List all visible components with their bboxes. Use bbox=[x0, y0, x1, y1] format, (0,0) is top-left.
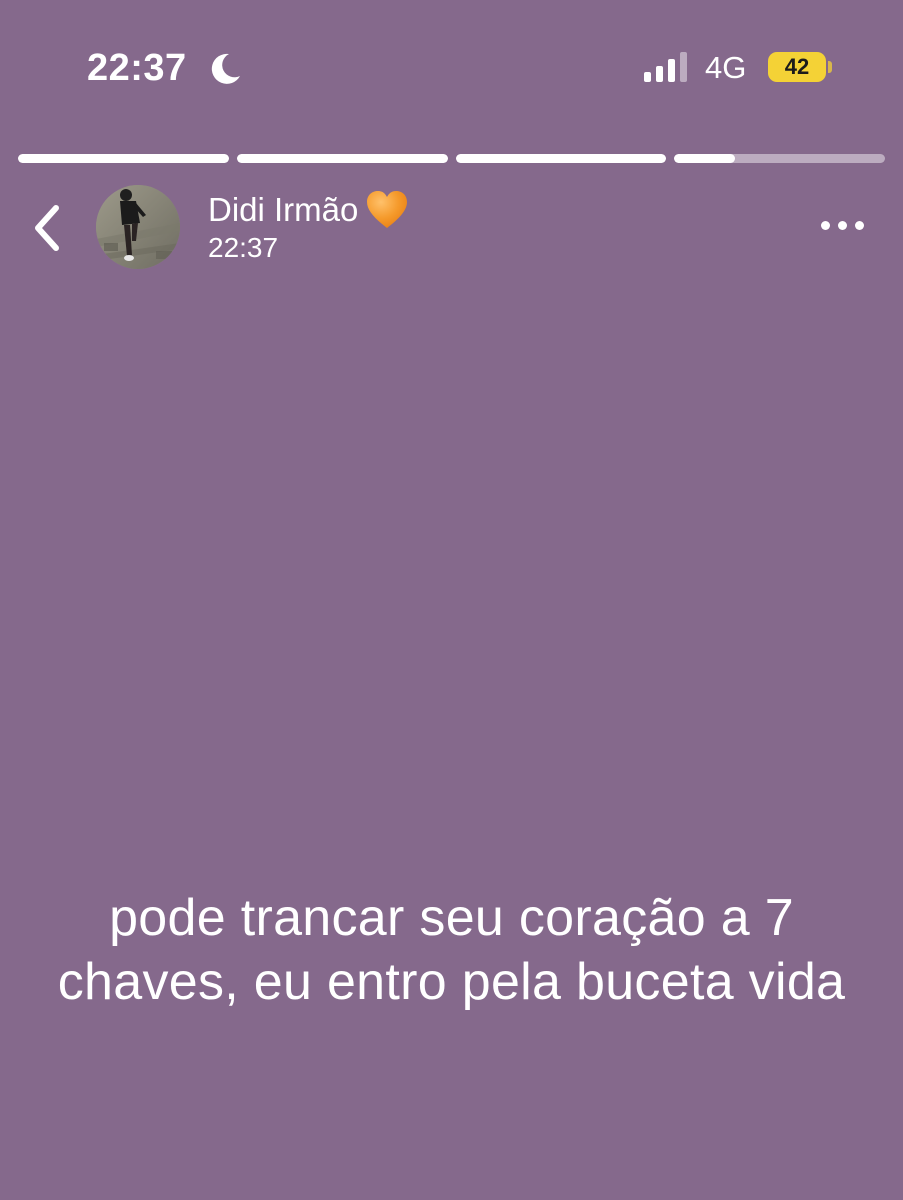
progress-fill bbox=[674, 154, 736, 163]
more-dot bbox=[854, 220, 864, 230]
cellular-signal-icon bbox=[644, 52, 687, 82]
more-options-button[interactable] bbox=[812, 208, 872, 242]
progress-segment bbox=[18, 154, 229, 163]
contact-name: Didi Irmão bbox=[208, 191, 359, 228]
network-type: 4G bbox=[705, 50, 747, 85]
avatar[interactable] bbox=[96, 185, 180, 269]
status-bar-time: 22:37 bbox=[87, 47, 187, 89]
progress-segment bbox=[674, 154, 885, 163]
contact-name-row[interactable]: Didi Irmão bbox=[208, 188, 408, 232]
moon-icon bbox=[211, 53, 240, 84]
progress-segment bbox=[236, 154, 448, 163]
progress-fill bbox=[236, 154, 448, 163]
battery-tip bbox=[828, 61, 832, 73]
status-text: pode trancar seu coração a 7 chaves, eu … bbox=[57, 889, 846, 1011]
progress-segment bbox=[455, 154, 667, 163]
orange-heart-icon bbox=[367, 191, 408, 228]
progress-fill bbox=[18, 154, 229, 163]
battery-indicator: 42 bbox=[768, 52, 826, 82]
story-progress-bar bbox=[18, 154, 885, 163]
progress-fill bbox=[455, 154, 667, 163]
status-timestamp: 22:37 bbox=[208, 232, 279, 263]
more-dot bbox=[837, 220, 847, 230]
chevron-left-icon bbox=[35, 205, 59, 251]
avatar-photo bbox=[96, 185, 180, 269]
back-button[interactable] bbox=[26, 200, 70, 256]
more-horizontal-icon bbox=[820, 220, 830, 230]
